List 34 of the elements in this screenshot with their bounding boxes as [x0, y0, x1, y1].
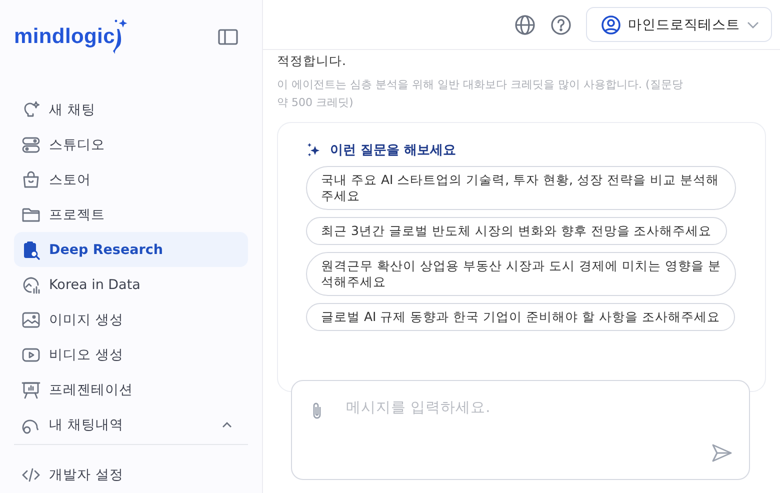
image-icon	[21, 310, 41, 330]
chevron-down-icon	[747, 20, 759, 28]
nav-item[interactable]: 새 채팅	[14, 92, 248, 127]
message-text: 적정합니다.	[277, 53, 347, 68]
nav-item[interactable]: 프레젠테이션	[14, 372, 248, 407]
toggle-icon	[21, 134, 41, 154]
send-icon[interactable]	[711, 443, 733, 463]
nav-item[interactable]: Korea in Data	[14, 267, 248, 302]
nav-item[interactable]: 스튜디오	[14, 127, 248, 162]
credit-note: 이 에이전트는 심층 분석을 위해 일반 대화보다 크레딧을 많이 사용합니다. (질문당 약 500 크레딧)	[277, 77, 684, 111]
suggestion-chip[interactable]: 원격근무 확산이 상업용 부동산 시장과 도시 경제에 미치는 영향을 분석해주세요	[306, 252, 736, 296]
user-icon	[601, 14, 621, 34]
message-input[interactable]: 메시지를 입력하세요.	[344, 399, 708, 417]
logo[interactable]: mindlogic	[14, 19, 133, 55]
nav-item[interactable]: Deep Research	[14, 232, 248, 267]
nav-item[interactable]: 프로젝트	[14, 197, 248, 232]
suggestion-chip[interactable]: 글로벌 AI 규제 동향과 한국 기업이 준비해야 할 사항을 조사해주세요	[306, 303, 735, 331]
history-toggle[interactable]: 내 채팅내역	[14, 407, 248, 442]
nav-item[interactable]: 이미지 생성	[14, 302, 248, 337]
bag-icon	[21, 170, 41, 190]
nav-item[interactable]: 스토어	[14, 162, 248, 197]
suggestions-title: 이런 질문을 해보세요	[330, 142, 456, 159]
chart-icon	[21, 274, 41, 294]
user-menu-button[interactable]: 마인드로직테스트	[586, 7, 772, 42]
help-icon[interactable]	[550, 14, 572, 36]
suggestion-chip[interactable]: 국내 주요 AI 스타트업의 기술력, 투자 현황, 성장 전략을 비교 분석해주세요	[306, 166, 736, 210]
globe-icon[interactable]	[514, 14, 536, 36]
sidebar-toggle-icon[interactable]	[218, 29, 238, 45]
suggestion-chip[interactable]: 최근 3년간 글로벌 반도체 시장의 변화와 향후 전망을 조사해주세요	[306, 217, 727, 245]
sparkle-icon	[306, 142, 322, 158]
developer-settings-item[interactable]: 개발자 설정	[14, 457, 248, 492]
nav-item[interactable]: 비디오 생성	[14, 337, 248, 372]
easel-icon	[21, 380, 41, 400]
clipboard-search-icon	[21, 240, 41, 260]
